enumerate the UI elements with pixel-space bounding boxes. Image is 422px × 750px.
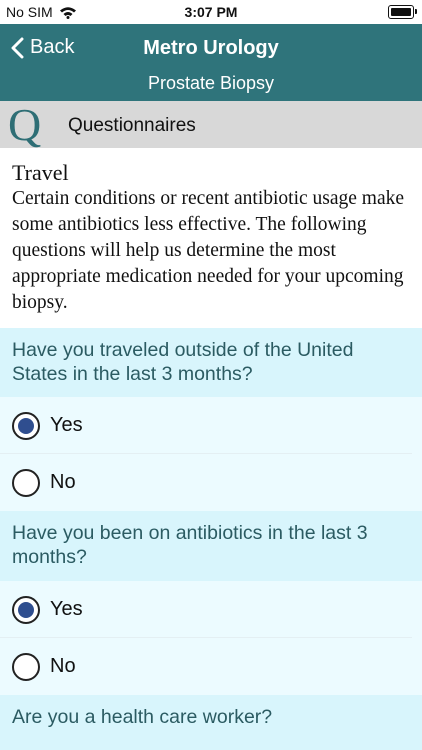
section-header: Q Questionnaires — [0, 99, 422, 150]
question-health-care-worker: Are you a health care worker? — [0, 695, 422, 750]
radio-selected-icon[interactable] — [12, 595, 40, 624]
question-text: Are you a health care worker? — [12, 706, 273, 728]
option-label: Yes — [50, 598, 83, 620]
page-subtitle: Prostate Biopsy — [147, 73, 275, 93]
option-travel-no[interactable]: No — [0, 454, 422, 511]
question-text: Have you been on antibiotics in the last… — [12, 522, 368, 568]
clock: 3:07 PM — [184, 4, 238, 20]
question-travel: Have you traveled outside of the United … — [0, 328, 422, 399]
intro-text: Certain conditions or recent antibiotic … — [12, 188, 405, 313]
section-title: Questionnaires — [68, 115, 196, 136]
question-text: Have you traveled outside of the United … — [12, 339, 354, 385]
questionnaire-logo-icon: Q — [8, 99, 42, 150]
option-antibiotics-no[interactable]: No — [0, 638, 422, 695]
question-antibiotics: Have you been on antibiotics in the last… — [0, 511, 422, 583]
option-antibiotics-yes[interactable]: Yes — [0, 581, 422, 638]
radio-unselected-icon[interactable] — [12, 652, 40, 681]
navigation-bar: Back Metro Urology Prostate Biopsy — [0, 24, 422, 101]
app-title: Metro Urology — [143, 37, 279, 59]
battery-icon — [388, 5, 417, 19]
status-bar: No SIM 3:07 PM — [0, 0, 422, 24]
option-label: Yes — [50, 414, 83, 436]
intro-title: Travel — [12, 160, 69, 185]
radio-selected-icon[interactable] — [12, 411, 40, 440]
intro-block: Travel Certain conditions or recent anti… — [12, 160, 416, 316]
option-travel-yes[interactable]: Yes — [0, 397, 422, 454]
option-label: No — [50, 471, 76, 493]
radio-unselected-icon[interactable] — [12, 468, 40, 497]
option-label: No — [50, 655, 76, 677]
